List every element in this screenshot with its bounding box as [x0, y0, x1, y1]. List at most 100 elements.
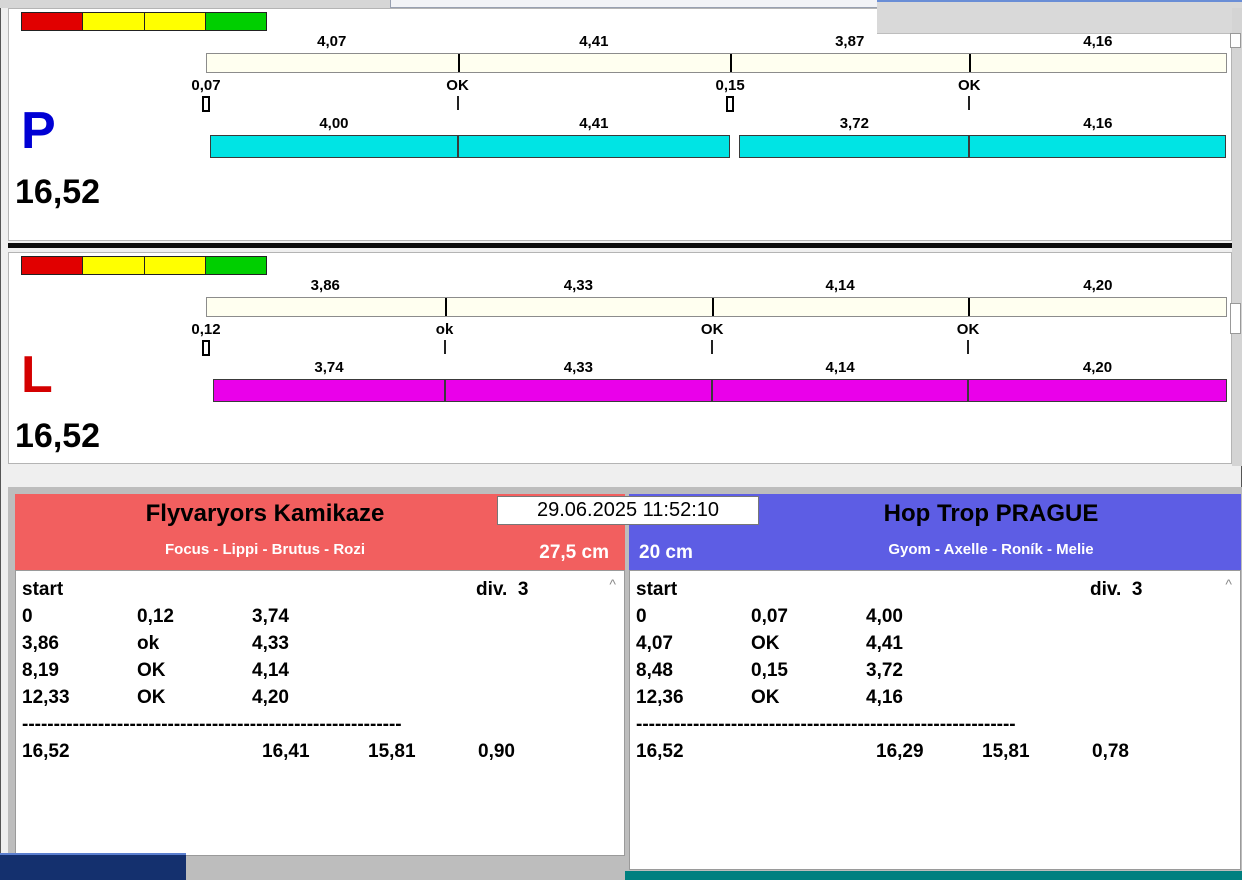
- upper-split-label: 3,87: [835, 33, 865, 50]
- totals-row: 16,52 16,41 15,81 0,90: [16, 741, 624, 768]
- light-yellow-icon: [83, 257, 145, 274]
- upper-split-label: 3,86: [310, 277, 340, 294]
- sum-clean-time: 16,41: [262, 741, 310, 762]
- cell-cross: OK: [751, 687, 780, 708]
- light-red-icon: [22, 257, 84, 274]
- tick-glyph: [967, 340, 970, 354]
- light-green-icon: [205, 257, 266, 274]
- cell-time: 4,41: [866, 633, 903, 654]
- bar-separator: [445, 298, 448, 316]
- lower-split-label: 4,00: [319, 115, 349, 132]
- offset-box-glyph: [726, 96, 735, 112]
- cell-time: 4,20: [252, 687, 289, 708]
- upper-split-label: 4,16: [1083, 33, 1113, 50]
- start-label: start: [22, 579, 64, 600]
- scroll-up-icon[interactable]: ^: [1225, 576, 1232, 592]
- upper-split-label: 4,07: [317, 33, 347, 50]
- division-label: div. 3: [476, 579, 529, 600]
- upper-split-label: 4,14: [825, 277, 855, 294]
- crossing-marks: 0,07 OK 0,15 OK: [191, 77, 1227, 94]
- lower-split-labels: 3,74 4,33 4,14 4,20: [206, 359, 1227, 377]
- left-jump-height: 27,5 cm: [539, 542, 609, 563]
- cell-cross: OK: [137, 660, 166, 681]
- lower-split-label: 4,16: [1083, 115, 1113, 132]
- time-bar-segment: [969, 135, 1227, 158]
- left-result-table: start div. 3 ^ 0 0,12 3,74 3,86 ok 4,33 …: [15, 570, 625, 856]
- time-bar-segment: [444, 379, 713, 402]
- crossing-mark-label: OK: [958, 77, 981, 94]
- loss-time: 0,90: [478, 741, 515, 762]
- time-bar-segment: [210, 135, 458, 158]
- right-team-name: Hop Trop PRAGUE: [883, 500, 1099, 527]
- cell-time: 3,74: [252, 606, 289, 627]
- dog-time-bar: [206, 135, 1227, 158]
- cell-cross: ok: [137, 633, 160, 654]
- crossing-mark-label: OK: [446, 77, 469, 94]
- table-separator: ----------------------------------------…: [636, 714, 1016, 735]
- background-window-titlebar: [0, 853, 186, 880]
- lane-divider: [8, 243, 1232, 248]
- dog-time-bar: [206, 379, 1227, 402]
- cell-cross: OK: [751, 633, 780, 654]
- time-bar-segment: [968, 379, 1227, 402]
- upper-split-label: 4,20: [1083, 277, 1113, 294]
- right-scrollbar-rail[interactable]: [1232, 8, 1242, 466]
- lower-split-label: 4,33: [563, 359, 593, 376]
- tick-glyph: [711, 340, 714, 354]
- lower-split-label: 4,41: [579, 115, 609, 132]
- lane-letter: P: [21, 102, 56, 160]
- scroll-up-icon[interactable]: ^: [609, 576, 616, 592]
- table-row: 8,19 OK 4,14: [16, 660, 624, 687]
- total-time: 16,52: [22, 741, 70, 762]
- cell-time: 3,72: [866, 660, 903, 681]
- left-team-name: Flyvaryors Kamikaze: [145, 500, 385, 527]
- bar-separator: [458, 54, 461, 72]
- split-target-bar: [206, 297, 1227, 317]
- cell-cross: 0,07: [751, 606, 788, 627]
- lower-split-label: 3,72: [839, 115, 869, 132]
- scrollbar-thumb-small[interactable]: [1230, 33, 1241, 48]
- cell-cross: 0,12: [137, 606, 174, 627]
- lower-split-label: 3,74: [314, 359, 344, 376]
- tick-glyph: [968, 96, 971, 110]
- bar-separator: [968, 54, 971, 72]
- lane-total-time: 16,52: [15, 417, 101, 455]
- cell-start: 0: [636, 606, 647, 627]
- table-row: 0 0,07 4,00: [630, 606, 1240, 633]
- cell-cross: OK: [137, 687, 166, 708]
- crossing-mark-label: OK: [956, 321, 980, 338]
- start-light-strip: [21, 12, 267, 31]
- cell-time: 4,14: [252, 660, 289, 681]
- scrollbar-thumb[interactable]: [1230, 303, 1241, 334]
- table-row: 4,07 OK 4,41: [630, 633, 1240, 660]
- cell-start: 8,48: [636, 660, 673, 681]
- time-bar-segment: [712, 379, 969, 402]
- bar-separator: [712, 298, 715, 316]
- background-window-fragment: [390, 0, 880, 8]
- table-row: 12,33 OK 4,20: [16, 687, 624, 714]
- table-row: 3,86 ok 4,33: [16, 633, 624, 660]
- crossing-mark-label: ok: [435, 321, 454, 338]
- start-label: start: [636, 579, 678, 600]
- loss-time: 0,78: [1092, 741, 1129, 762]
- cell-start: 3,86: [22, 633, 59, 654]
- lane-p: 4,07 4,41 3,87 4,16 0,07 OK 0,15 OK 4,00 4,41 3,…: [8, 8, 1232, 241]
- cell-start: 4,07: [636, 633, 673, 654]
- cell-time: 4,00: [866, 606, 903, 627]
- cell-start: 12,36: [636, 687, 684, 708]
- upper-split-labels: 3,86 4,33 4,14 4,20: [206, 277, 1227, 295]
- light-yellow-icon: [83, 13, 145, 30]
- cell-start: 0: [22, 606, 33, 627]
- offset-box-glyph: [202, 340, 210, 356]
- flyball-timing-screen: 4,07 4,41 3,87 4,16 0,07 OK 0,15 OK 4,00 4,41 3,…: [0, 0, 1242, 880]
- cell-cross: 0,15: [751, 660, 788, 681]
- cell-time: 4,16: [866, 687, 903, 708]
- desktop-strip: [625, 871, 1242, 880]
- table-row: 12,36 OK 4,16: [630, 687, 1240, 714]
- upper-split-label: 4,41: [579, 33, 609, 50]
- results-footer: Flyvaryors Kamikaze Focus - Lippi - Brut…: [8, 487, 1242, 880]
- crossing-mark-label: 0,15: [715, 77, 745, 94]
- table-row: 8,48 0,15 3,72: [630, 660, 1240, 687]
- upper-split-label: 4,33: [563, 277, 593, 294]
- light-green-icon: [205, 13, 266, 30]
